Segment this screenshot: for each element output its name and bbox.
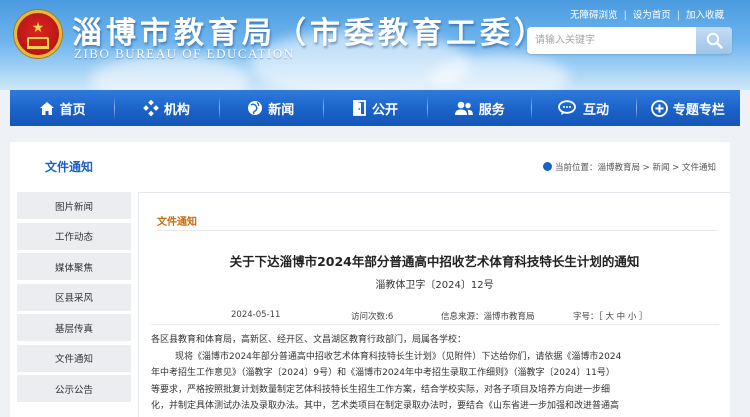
publish-date: 2024-05-11 bbox=[231, 310, 281, 320]
paragraph-line: 现将《淄博市2024年部分普通高中招收艺术体育科技特长生计划》（见附件）下达给你… bbox=[175, 351, 622, 362]
sidebar-item-county-news[interactable]: 区县采风 bbox=[17, 283, 131, 311]
search-input[interactable] bbox=[535, 31, 695, 50]
sidebar-item-file-notices[interactable]: 文件通知 bbox=[17, 344, 131, 372]
article-panel: 文件通知 关于下达淄博市2024年部分普通高中招收艺术体育科技特长生计划的通知 … bbox=[138, 192, 730, 417]
sidebar-item-media-focus[interactable]: 媒体聚焦 bbox=[17, 253, 131, 280]
paragraph-line: 等要求，严格按照批复计划数量制定艺体科技特长生招生工作方案，结合学校实际，对各子… bbox=[151, 384, 611, 395]
nav-news[interactable]: 新闻 bbox=[218, 90, 323, 126]
nav-special-column[interactable]: 专题专栏 bbox=[635, 90, 740, 126]
divider bbox=[151, 324, 719, 325]
section-title: 文件通知 bbox=[45, 160, 94, 174]
nav-label: 首页 bbox=[59, 102, 86, 118]
view-count: 访问次数:6 bbox=[351, 312, 394, 322]
document-number: 淄教体卫字〔2024〕12号 bbox=[375, 280, 494, 291]
font-size-switch[interactable]: 字号：［ 大 中 小 ］ bbox=[573, 310, 648, 322]
nav-interaction[interactable]: 互动 bbox=[531, 90, 635, 126]
site-header: ★ 淄博市教育局（市委教育工委） ZIBO BUREAU OF EDUCATIO… bbox=[0, 0, 750, 90]
sidebar-item-announcements[interactable]: 公示公告 bbox=[17, 375, 131, 402]
set-homepage-link[interactable]: 设为首页 bbox=[633, 10, 671, 21]
divider bbox=[157, 230, 717, 231]
nav-service[interactable]: 服务 bbox=[427, 90, 531, 126]
nav-label: 机构 bbox=[163, 102, 190, 118]
plus-circle-icon bbox=[650, 99, 668, 117]
article-category: 文件通知 bbox=[157, 217, 197, 228]
door-icon bbox=[353, 100, 366, 116]
main-card: 文件通知 当前位置：淄博教育局 > 新闻 > 文件通知 图片新闻 工作动态 媒体… bbox=[10, 142, 730, 417]
paragraph-salutation: 各区县教育和体育局，高新区、经开区、文昌湖区教育行政部门，局属各学校： bbox=[151, 335, 467, 345]
nav-organization[interactable]: 机构 bbox=[114, 90, 218, 126]
location-icon bbox=[542, 162, 552, 171]
nav-label: 服务 bbox=[478, 102, 505, 118]
sidebar-item-grassroots[interactable]: 基层传真 bbox=[17, 314, 131, 341]
nav-label: 互动 bbox=[583, 102, 610, 118]
search-button[interactable] bbox=[696, 27, 732, 54]
nav-public[interactable]: 公开 bbox=[322, 90, 427, 126]
accessibility-link[interactable]: 无障碍浏览 bbox=[570, 10, 618, 21]
nav-label: 公开 bbox=[371, 102, 398, 118]
search-icon bbox=[706, 32, 723, 49]
sidebar: 图片新闻 工作动态 媒体聚焦 区县采风 基层传真 文件通知 公示公告 bbox=[17, 192, 131, 406]
breadcrumb: 当前位置：淄博教育局 > 新闻 > 文件通知 bbox=[542, 161, 716, 173]
info-source: 信息来源：淄博市教育局 bbox=[441, 312, 535, 322]
top-links: 无障碍浏览 | 设为首页 | 加入收藏 bbox=[570, 10, 724, 21]
national-emblem-icon: ★ bbox=[14, 10, 62, 58]
main-nav: 首页 机构 新闻 公开 服务 互动 专题专栏 bbox=[10, 90, 740, 126]
nav-label: 新闻 bbox=[268, 102, 295, 118]
diamond-grid-icon bbox=[143, 100, 159, 116]
search-box bbox=[527, 27, 732, 54]
paragraph-line: 年中考招生工作意见》（淄教字〔2024〕9号）和《淄博市2024年中考招生录取工… bbox=[151, 368, 615, 378]
add-favorite-link[interactable]: 加入收藏 bbox=[686, 10, 724, 21]
chat-icon bbox=[558, 100, 576, 115]
site-subtitle: ZIBO BUREAU OF EDUCATION bbox=[74, 46, 295, 61]
nav-label: 专题专栏 bbox=[672, 102, 725, 118]
sidebar-item-photo-news[interactable]: 图片新闻 bbox=[17, 192, 131, 219]
sidebar-item-work-updates[interactable]: 工作动态 bbox=[17, 222, 131, 250]
globe-icon bbox=[248, 101, 263, 115]
article-title: 关于下达淄博市2024年部分普通高中招收艺术体育科技特长生计划的通知 bbox=[229, 254, 640, 269]
breadcrumb-text: 当前位置：淄博教育局 > 新闻 > 文件通知 bbox=[554, 163, 716, 173]
users-icon bbox=[454, 101, 473, 115]
nav-home[interactable]: 首页 bbox=[10, 90, 114, 126]
home-icon bbox=[39, 101, 54, 115]
paragraph-line: 化，并制定具体测试办法及录取办法。其中，艺术类项目在制定录取办法时，要结合《山东… bbox=[151, 401, 620, 411]
